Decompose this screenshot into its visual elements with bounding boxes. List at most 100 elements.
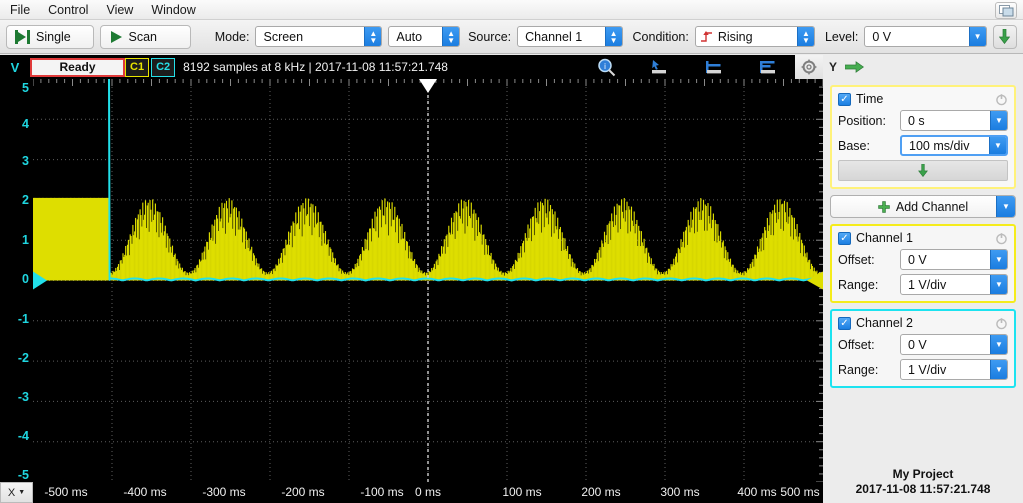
time-position-input[interactable]: 0 s ▼ bbox=[900, 110, 1008, 131]
condition-select[interactable]: Rising ▲ ▼ bbox=[694, 26, 815, 47]
x-axis: X ▼ -500 ms -400 ms -300 ms -200 ms -100… bbox=[0, 482, 823, 503]
power-icon[interactable] bbox=[995, 317, 1008, 330]
chevron-updown-icon[interactable]: ▲ ▼ bbox=[604, 27, 622, 46]
channel-1-enable-checkbox[interactable]: ✓ bbox=[838, 231, 851, 245]
x-tick: 100 ms bbox=[502, 485, 542, 499]
chevron-down-icon[interactable]: ▼ bbox=[990, 360, 1007, 379]
channel-2-range-input[interactable]: 1 V/div ▼ bbox=[900, 359, 1008, 380]
time-base-label: Base: bbox=[838, 138, 870, 153]
chevron-down-icon[interactable]: ▼ bbox=[989, 137, 1006, 154]
time-base-row: Base: 100 ms/div ▼ bbox=[838, 135, 1008, 156]
cursor-center-icon[interactable] bbox=[687, 55, 741, 79]
x-tick: -300 ms bbox=[202, 485, 246, 499]
green-down-arrow-icon bbox=[999, 29, 1011, 44]
channel-1-group: ✓ Channel 1 Offset: 0 V ▼ Range: 1 V/div… bbox=[830, 224, 1016, 303]
time-group-title: Time bbox=[856, 92, 884, 106]
green-plus-icon bbox=[878, 200, 890, 213]
single-capture-icon bbox=[15, 29, 30, 44]
single-button[interactable]: Single bbox=[6, 24, 94, 49]
channel-2-offset-value: 0 V bbox=[908, 337, 927, 352]
level-label: Level: bbox=[824, 29, 859, 44]
channel-2-offset-input[interactable]: 0 V ▼ bbox=[900, 334, 1008, 355]
waveform-canvas[interactable] bbox=[33, 79, 823, 482]
source-select[interactable]: Channel 1 ▲ ▼ bbox=[517, 26, 623, 47]
channel-1-range-label: Range: bbox=[838, 277, 879, 292]
level-select[interactable]: 0 V ▼ bbox=[864, 26, 987, 47]
project-info: My Project 2017-11-08 11:57:21.748 bbox=[830, 467, 1016, 497]
scan-button[interactable]: Scan bbox=[99, 24, 191, 49]
channel-2-range-row: Range: 1 V/div ▼ bbox=[838, 359, 1008, 380]
chevron-down-icon[interactable]: ▼ bbox=[990, 275, 1007, 294]
x-tick: -500 ms bbox=[44, 485, 88, 499]
chevron-down-icon[interactable]: ▼ bbox=[990, 111, 1007, 130]
mode-label: Mode: bbox=[214, 29, 250, 44]
channel-1-range-input[interactable]: 1 V/div ▼ bbox=[900, 274, 1008, 295]
channel-2-enable-checkbox[interactable]: ✓ bbox=[838, 316, 851, 330]
time-position-row: Position: 0 s ▼ bbox=[838, 110, 1008, 131]
svg-text:i: i bbox=[604, 62, 606, 71]
x-axis-unit-button[interactable]: X ▼ bbox=[0, 482, 33, 503]
toolbar: Single Scan Mode: Screen ▲ ▼ Auto ▲ ▼ Sour… bbox=[0, 20, 1023, 54]
chevron-down-icon[interactable]: ▼ bbox=[968, 27, 986, 46]
x-tick: -400 ms bbox=[123, 485, 167, 499]
chevron-down-icon[interactable]: ▼ bbox=[990, 335, 1007, 354]
channel-1-offset-input[interactable]: 0 V ▼ bbox=[900, 249, 1008, 270]
zoom-magnifier-icon[interactable]: i bbox=[579, 55, 633, 79]
gear-icon[interactable] bbox=[795, 55, 823, 79]
y-tick: 1 bbox=[22, 233, 29, 247]
axis-toggle-strip: Y bbox=[823, 55, 1023, 79]
time-base-value: 100 ms/div bbox=[909, 138, 970, 153]
time-group: ✓ Time Position: 0 s ▼ Base: 100 ms/div … bbox=[830, 85, 1016, 189]
y-axis-unit-button[interactable]: V bbox=[0, 55, 30, 79]
menu-item-file[interactable]: File bbox=[10, 0, 30, 20]
menu-item-control[interactable]: Control bbox=[48, 0, 88, 20]
add-channel-button[interactable]: Add Channel ▼ bbox=[830, 195, 1016, 218]
power-icon[interactable] bbox=[995, 93, 1008, 106]
chevron-updown-icon[interactable]: ▲ ▼ bbox=[442, 27, 460, 46]
channel-2-title: Channel 2 bbox=[856, 316, 913, 330]
channel-chip-c1[interactable]: C1 bbox=[125, 57, 150, 77]
channel-1-range-row: Range: 1 V/div ▼ bbox=[838, 274, 1008, 295]
y-axis-ticks: 5 4 3 2 1 0 -1 -2 -3 -4 -5 bbox=[0, 79, 33, 482]
source-select-value: Channel 1 bbox=[525, 29, 583, 44]
time-collapse-button[interactable] bbox=[838, 160, 1008, 181]
cursor-top-left-icon[interactable] bbox=[633, 55, 687, 79]
time-group-header: ✓ Time bbox=[838, 92, 1008, 106]
chevron-updown-icon[interactable]: ▲ ▼ bbox=[364, 27, 382, 46]
chevron-down-icon[interactable]: ▼ bbox=[990, 250, 1007, 269]
oscilloscope-window: File Control View Window Single Scan Mod… bbox=[0, 0, 1023, 503]
settings-panel: ✓ Time Position: 0 s ▼ Base: 100 ms/div … bbox=[823, 79, 1023, 503]
time-base-input[interactable]: 100 ms/div ▼ bbox=[900, 135, 1008, 156]
channel-1-range-value: 1 V/div bbox=[908, 277, 947, 292]
time-enable-checkbox[interactable]: ✓ bbox=[838, 92, 851, 106]
x-tick: 500 ms bbox=[780, 485, 820, 499]
y-tick: 2 bbox=[22, 193, 29, 207]
trigger-level-down-button[interactable] bbox=[992, 24, 1018, 49]
menu-item-window[interactable]: Window bbox=[151, 0, 195, 20]
condition-label: Condition: bbox=[632, 29, 689, 44]
scope-status-bar: V Ready C1 C2 8192 samples at 8 kHz | 20… bbox=[0, 55, 823, 79]
rising-edge-icon bbox=[700, 30, 713, 43]
channel-chip-c2[interactable]: C2 bbox=[151, 57, 176, 77]
add-channel-label: Add Channel bbox=[895, 199, 969, 214]
y-tick: -1 bbox=[17, 312, 29, 326]
condition-select-value: Rising bbox=[717, 29, 753, 44]
y-tick: -4 bbox=[17, 429, 29, 443]
sweep-select-value: Auto bbox=[396, 29, 423, 44]
source-label: Source: bbox=[468, 29, 512, 44]
chevron-down-icon[interactable]: ▼ bbox=[996, 196, 1015, 217]
mode-select[interactable]: Screen ▲ ▼ bbox=[255, 26, 383, 47]
sweep-select[interactable]: Auto ▲ ▼ bbox=[388, 26, 461, 47]
cursor-bottom-left-icon[interactable] bbox=[741, 55, 795, 79]
menu-bar: File Control View Window bbox=[0, 0, 1023, 20]
window-panels-icon[interactable] bbox=[995, 2, 1017, 19]
menu-item-view[interactable]: View bbox=[106, 0, 133, 20]
scope-plot[interactable]: 5 4 3 2 1 0 -1 -2 -3 -4 -5 bbox=[0, 79, 823, 482]
y-tick: -5 bbox=[17, 468, 29, 482]
channel-1-offset-row: Offset: 0 V ▼ bbox=[838, 249, 1008, 270]
y-axis-toggle[interactable]: Y bbox=[829, 60, 837, 74]
green-right-arrow-icon[interactable] bbox=[845, 61, 865, 73]
mode-select-value: Screen bbox=[263, 29, 304, 44]
power-icon[interactable] bbox=[995, 232, 1008, 245]
chevron-updown-icon[interactable]: ▲ ▼ bbox=[796, 27, 814, 46]
